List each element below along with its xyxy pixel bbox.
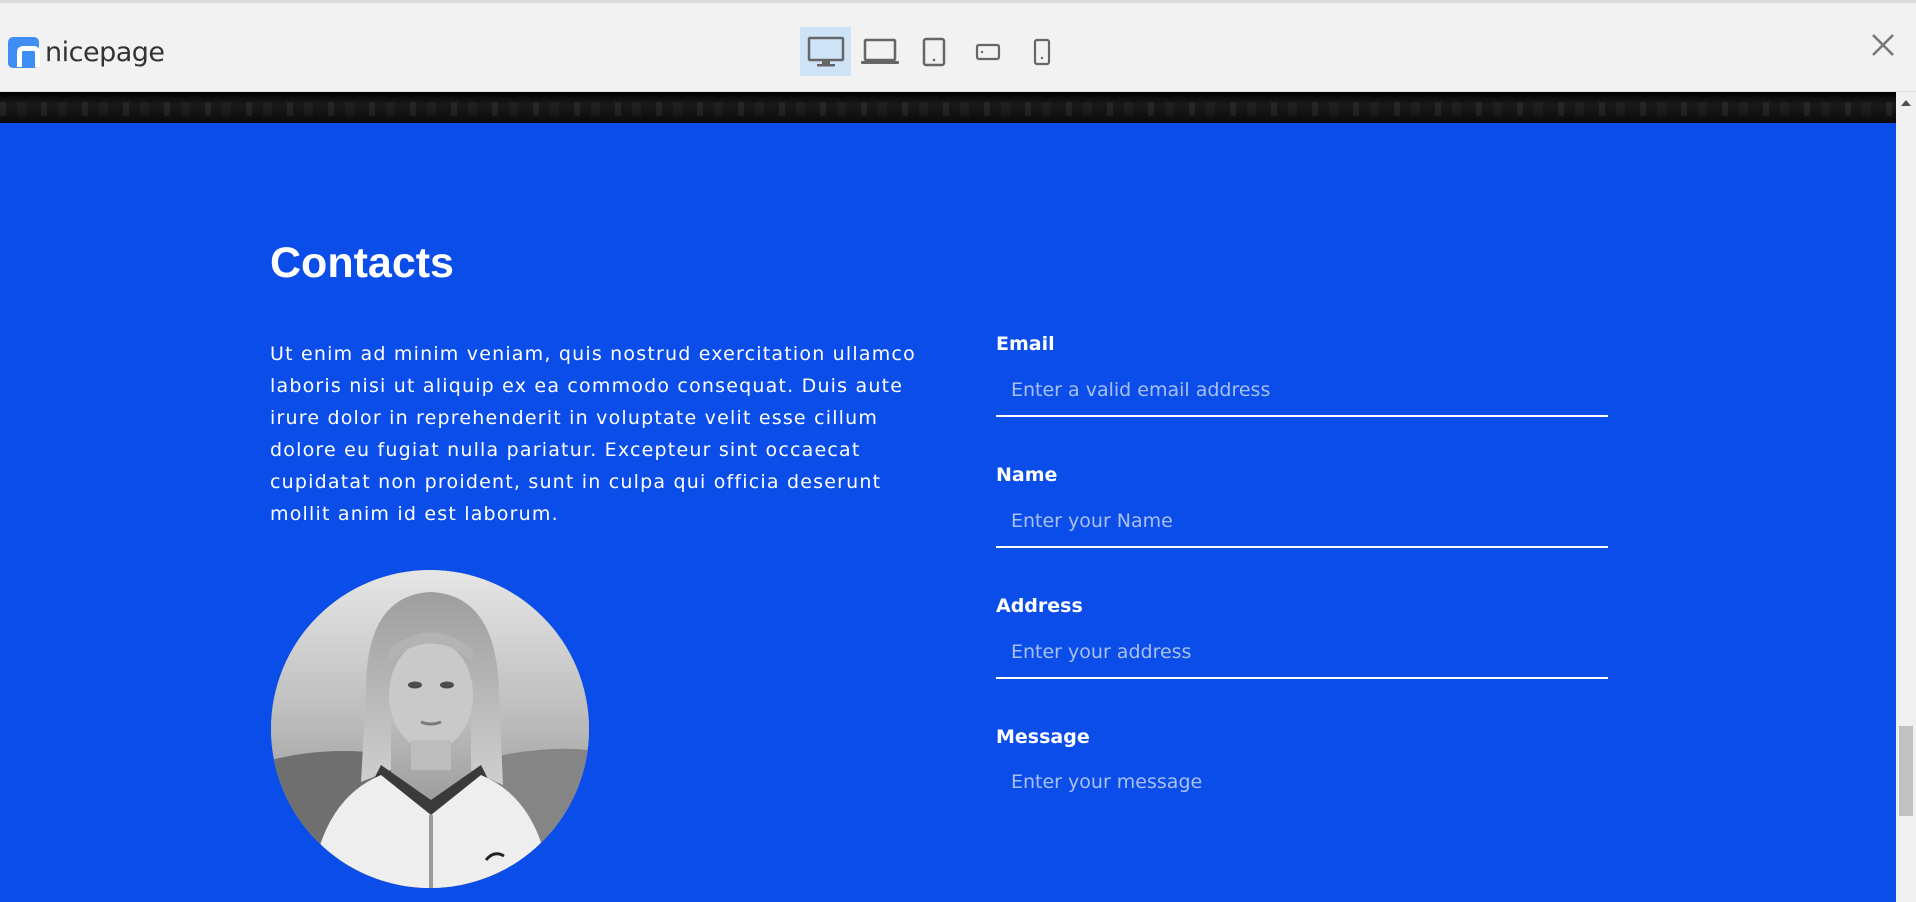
device-switcher [800, 27, 1070, 76]
desktop-monitor-icon [807, 36, 844, 66]
device-phone-landscape-button[interactable] [962, 27, 1013, 76]
laptop-icon [860, 38, 899, 64]
close-preview-button[interactable] [1868, 30, 1898, 60]
scrollbar-thumb[interactable] [1899, 726, 1913, 816]
address-field-group: Address [996, 595, 1608, 679]
device-desktop-button[interactable] [800, 27, 851, 76]
contacts-title: Contacts [270, 239, 454, 287]
email-input[interactable] [996, 365, 1608, 417]
brand-name: nicepage [45, 36, 165, 68]
preview-scrollbar[interactable] [1896, 92, 1916, 902]
close-icon [1872, 34, 1894, 56]
previous-section-edge [0, 92, 1896, 123]
name-field-group: Name [996, 464, 1608, 548]
phone-landscape-icon [975, 43, 1000, 60]
tablet-portrait-icon [922, 37, 945, 66]
nicepage-logo-icon [8, 36, 40, 68]
email-label: Email [996, 333, 1055, 355]
message-label: Message [996, 726, 1090, 748]
preview-toolbar: nicepage [0, 0, 1916, 92]
address-label: Address [996, 595, 1083, 617]
contacts-section: Contacts Ut enim ad minim veniam, quis n… [0, 123, 1896, 902]
message-field-group: Message [996, 726, 1608, 838]
scroll-up-arrow-icon[interactable] [1901, 100, 1911, 106]
device-tablet-button[interactable] [908, 27, 959, 76]
message-textarea[interactable] [996, 758, 1608, 838]
contacts-text: Ut enim ad minim veniam, quis nostrud ex… [270, 343, 916, 525]
contact-form: Email Name Address Message [996, 333, 1608, 838]
portrait-image [271, 570, 589, 888]
portrait-photo [271, 570, 589, 888]
address-input[interactable] [996, 627, 1608, 679]
email-field-group: Email [996, 333, 1608, 417]
name-input[interactable] [996, 496, 1608, 548]
device-laptop-button[interactable] [854, 27, 905, 76]
device-phone-button[interactable] [1016, 27, 1067, 76]
phone-portrait-icon [1033, 38, 1050, 65]
nicepage-logo[interactable]: nicepage [8, 36, 165, 68]
name-label: Name [996, 464, 1058, 486]
preview-viewport: Contacts Ut enim ad minim veniam, quis n… [0, 92, 1916, 902]
